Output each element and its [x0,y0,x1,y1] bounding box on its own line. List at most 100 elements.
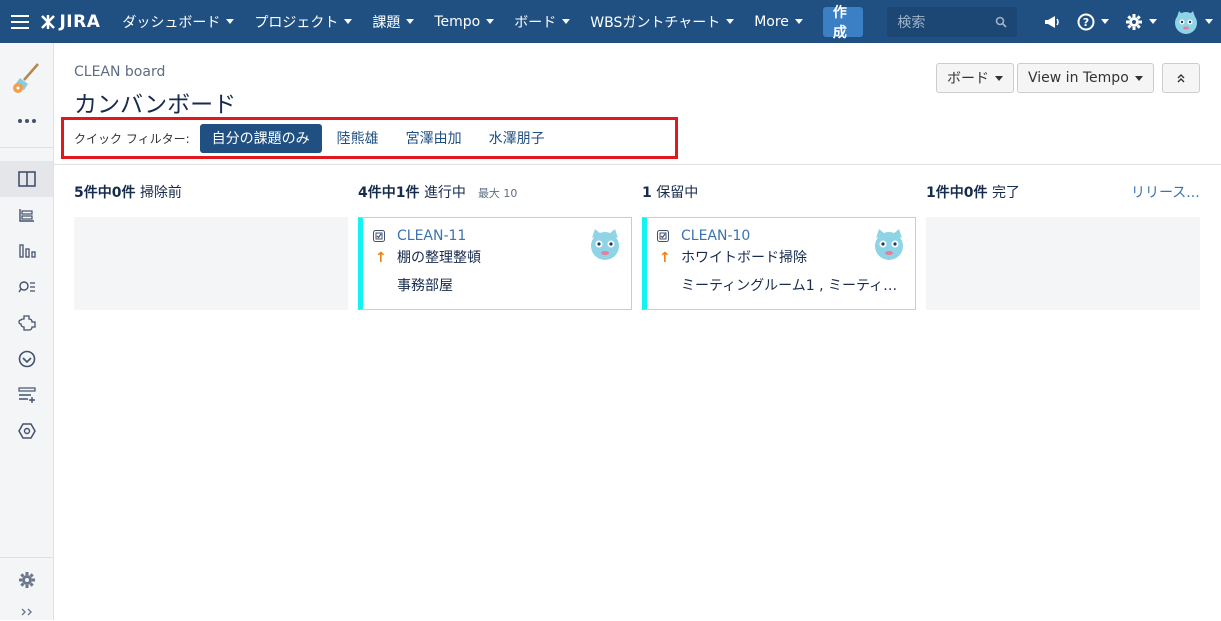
svg-text:?: ? [1083,16,1089,29]
column-count: 5件中0件 [74,185,136,201]
tempo-button-label: View in Tempo [1028,70,1129,86]
column-name: 進行中 [423,185,466,201]
megaphone-icon[interactable] [1035,0,1069,43]
quick-filter-my-issues[interactable]: 自分の課題のみ [199,123,322,153]
nav-projects-label: プロジェクト [254,14,339,31]
caret-down-icon [794,19,803,24]
issues-search-icon[interactable] [0,269,53,305]
more-icon[interactable] [0,103,53,139]
issue-summary: 棚の整理整頓 [397,250,481,266]
nav-wbs-gantt[interactable]: WBSガントチャート [580,0,744,43]
jira-logo[interactable]: JIRA [39,12,100,32]
priority-high-icon: ↑ [659,250,671,266]
user-avatar[interactable] [1165,0,1221,43]
issue-key[interactable]: CLEAN-11 [397,228,466,244]
jira-logo-icon [41,14,56,29]
nav-tempo[interactable]: Tempo [424,0,504,43]
search-placeholder: 検索 [897,14,926,31]
collapse-header-button[interactable] [1162,63,1200,93]
breadcrumb[interactable]: CLEAN board [74,64,165,80]
column-todo [74,217,348,310]
issue-extra-field: ミーティングルーム1 , ミーティングルーム2 [681,278,909,294]
nav-boards-label: ボード [514,14,557,31]
issue-summary: ホワイトボード掃除 [681,250,807,266]
nav-more[interactable]: More [744,0,813,43]
caret-down-icon [726,19,735,24]
column-name: 掃除前 [139,185,182,201]
caret-down-icon [995,75,1003,81]
nav-more-label: More [754,13,789,30]
assignee-avatar [591,229,619,260]
board-button[interactable]: ボード [936,63,1014,93]
caret-down-icon [1100,19,1109,24]
caret-down-icon [1204,19,1213,24]
quick-filter-label: クイック フィルター: [74,131,190,146]
column-count: 1件中0件 [926,185,988,201]
sidebar [0,43,54,620]
column-name: 完了 [991,185,1020,201]
broom-project-icon[interactable] [0,57,53,97]
nav-dashboard-label: ダッシュボード [122,14,221,31]
hexagon-icon[interactable] [0,413,53,449]
column-max: 最大 10 [477,187,518,200]
nav-projects[interactable]: プロジェクト [244,0,362,43]
sidebar-divider [0,557,54,558]
caret-down-icon [562,19,571,24]
nav-issues-label: 課題 [372,14,401,31]
caret-down-icon [344,19,353,24]
priority-high-icon: ↑ [375,250,387,266]
column-header-on-hold: 1 保留中 [642,182,698,202]
backlog-icon[interactable] [0,197,53,233]
quick-filter-user-2[interactable]: 宮澤由加 [394,124,474,153]
help-icon[interactable]: ? [1069,0,1117,43]
column-header-done: 1件中0件 完了 [926,182,1020,202]
main-content: CLEAN board カンバンボード ボード View in Tempo クイ… [54,43,1221,620]
column-name: 保留中 [656,185,699,201]
quick-filter-user-3[interactable]: 水澤朋子 [477,124,557,153]
caret-down-icon [486,19,495,24]
nav-wbs-label: WBSガントチャート [590,14,721,31]
issue-card[interactable]: CLEAN-10 ↑ ホワイトボード掃除 ミーティングルーム1 , ミーティング… [642,217,916,310]
menu-icon[interactable] [0,0,39,43]
assignee-avatar [875,229,903,260]
logo-text: JIRA [59,11,101,32]
components-icon[interactable] [0,305,53,341]
caret-down-icon [406,19,415,24]
header-divider [54,164,1221,165]
quick-filter-user-1[interactable]: 陸熊雄 [325,124,391,153]
nav-boards[interactable]: ボード [504,0,580,43]
search-input[interactable]: 検索 [887,6,1017,37]
nav-issues[interactable]: 課題 [362,0,424,43]
nav-tempo-label: Tempo [434,13,481,30]
issue-extra-field: 事務部屋 [397,278,453,294]
expand-sidebar-icon[interactable] [0,603,53,621]
nav-dashboard[interactable]: ダッシュボード [112,0,244,43]
board-button-label: ボード [947,71,989,87]
column-done [926,217,1200,310]
caret-down-icon [226,19,235,24]
chevron-up-double-icon [1177,74,1185,83]
add-item-icon[interactable] [0,377,53,413]
sidebar-divider [0,147,54,148]
caret-down-icon [1134,75,1143,81]
view-in-tempo-button[interactable]: View in Tempo [1017,63,1154,93]
caret-down-icon [1148,19,1157,24]
top-nav: JIRA ダッシュボード プロジェクト 課題 Tempo ボード WBSガントチ… [0,0,1221,43]
reports-icon[interactable] [0,233,53,269]
settings-icon[interactable] [0,562,53,598]
task-type-icon [373,230,385,242]
create-button[interactable]: 作成 [822,5,864,41]
column-count: 4件中1件 [358,185,420,201]
search-icon [995,16,1007,28]
page-title: カンバンボード [74,92,237,118]
quick-filters: クイック フィルター: 自分の課題のみ 陸熊雄 宮澤由加 水澤朋子 [61,117,678,159]
settings-icon[interactable] [1117,0,1165,43]
task-type-icon [657,230,669,242]
release-link[interactable]: リリース... [1131,182,1200,202]
issue-card[interactable]: CLEAN-11 ↑ 棚の整理整頓 事務部屋 [358,217,632,310]
releases-icon[interactable] [0,341,53,377]
column-header-todo: 5件中0件 掃除前 [74,182,182,202]
column-header-in-progress: 4件中1件 進行中 最大 10 [358,182,517,202]
issue-key[interactable]: CLEAN-10 [681,228,750,244]
board-icon[interactable] [0,161,53,197]
